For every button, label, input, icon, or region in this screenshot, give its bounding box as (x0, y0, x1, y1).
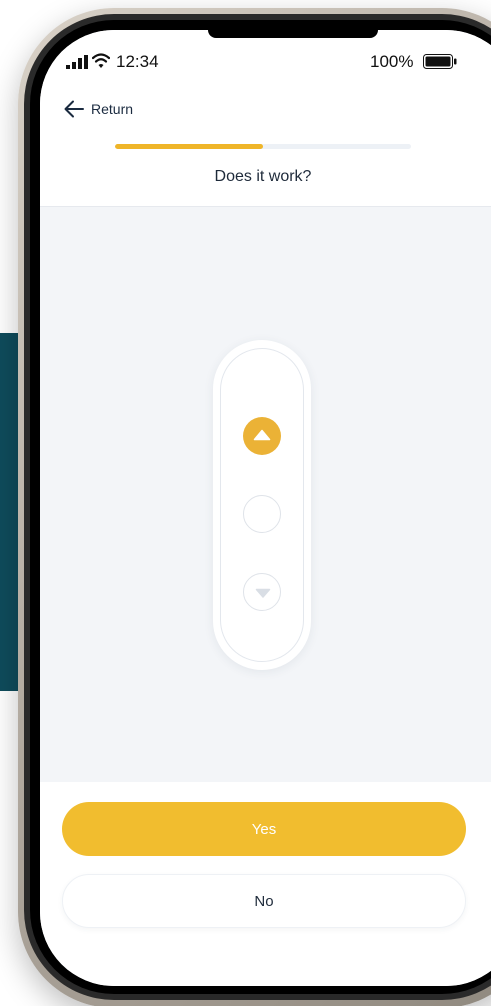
remote-stop-button[interactable] (243, 495, 281, 533)
progress-bar (115, 144, 411, 149)
wifi-icon (92, 53, 110, 68)
signal-icon (66, 55, 88, 69)
triangle-up-icon (253, 429, 271, 441)
stage: 12:34 100% Return Does it work? Yes No (0, 0, 491, 1006)
arrow-left-icon (64, 100, 84, 118)
remote-control-face (220, 348, 304, 662)
triangle-down-icon (255, 588, 271, 598)
battery-percent: 100% (370, 52, 414, 71)
no-button[interactable]: No (62, 874, 466, 928)
remote-down-button[interactable] (243, 573, 281, 611)
circle-stop-icon (244, 496, 282, 534)
status-time: 12:34 (116, 52, 159, 71)
header: 12:34 100% Return Does it work? (40, 30, 491, 207)
return-label: Return (91, 101, 134, 117)
return-link[interactable]: Return (64, 98, 133, 120)
status-bar: 12:34 100% (40, 52, 491, 72)
action-sheet: Yes No (40, 782, 491, 986)
phone-screen: 12:34 100% Return Does it work? Yes No (40, 30, 491, 986)
question-title: Does it work? (214, 168, 312, 185)
battery-icon (423, 54, 457, 69)
progress-fill (115, 144, 263, 149)
phone-notch (208, 30, 378, 38)
remote-up-button[interactable] (243, 417, 281, 455)
yes-button[interactable]: Yes (62, 802, 466, 856)
remote-control (213, 340, 311, 670)
